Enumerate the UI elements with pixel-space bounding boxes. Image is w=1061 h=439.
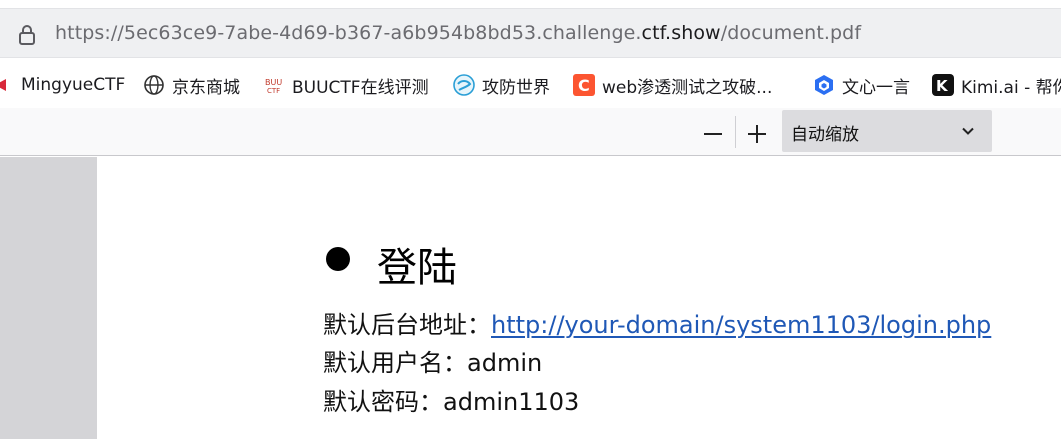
adworld-icon [453, 74, 475, 96]
buuctf-icon: BUU CTF [263, 74, 285, 96]
bookmark-label: 京东商城 [172, 77, 240, 98]
url-text[interactable]: https://5ec63ce9-7abe-4d69-b367-a6b954b8… [55, 22, 861, 44]
toolbar-divider [735, 116, 736, 148]
url-field[interactable]: https://5ec63ce9-7abe-4d69-b367-a6b954b8… [0, 8, 1061, 58]
bookmark-label: BUUCTF在线评测 [292, 77, 429, 98]
pdf-toolbar: 自动缩放 [0, 108, 1061, 156]
svg-text:C: C [578, 76, 590, 95]
username-value: admin [467, 349, 543, 377]
zoom-select[interactable]: 自动缩放 [782, 110, 992, 152]
pdf-viewer: 登陆 默认后台地址：http://your-domain/system1103/… [0, 157, 1061, 439]
bookmark-label: 文心一言 [842, 77, 910, 98]
zoom-in-icon[interactable] [744, 120, 770, 146]
kimi-icon: K [932, 74, 954, 96]
bookmark-adworld[interactable]: 攻防世界 [453, 72, 550, 98]
admin-url-link[interactable]: http://your-domain/system1103/login.php [491, 311, 991, 339]
password-label: 默认密码： [323, 388, 443, 416]
section-heading: 登陆 [377, 245, 457, 291]
password-value: admin1103 [443, 388, 580, 416]
url-prefix: https://5ec63ce9-7abe-4d69-b367-a6b954b8… [55, 22, 642, 44]
svg-text:K: K [936, 77, 949, 95]
pdf-page: 登陆 默认后台地址：http://your-domain/system1103/… [97, 157, 1061, 439]
svg-text:CTF: CTF [267, 87, 280, 95]
address-bar: https://5ec63ce9-7abe-4d69-b367-a6b954b8… [0, 0, 1061, 60]
bullet-icon [326, 247, 350, 271]
mingyue-icon [0, 74, 14, 96]
bookmark-mingyuectf[interactable]: MingyueCTF [0, 72, 125, 98]
wenxin-icon [813, 74, 835, 96]
admin-url-label: 默认后台地址： [323, 311, 491, 339]
url-domain: ctf.show [641, 22, 721, 44]
bookmark-label: 攻防世界 [482, 77, 550, 98]
svg-text:BUU: BUU [265, 78, 282, 87]
chevron-down-icon [962, 127, 974, 135]
bookmark-buuctf[interactable]: BUU CTF BUUCTF在线评测 [263, 72, 429, 98]
bookmark-label: web渗透测试之攻破... [602, 77, 773, 98]
bookmark-jd[interactable]: 京东商城 [143, 72, 240, 98]
zoom-out-icon[interactable] [700, 120, 726, 146]
admin-url-line: 默认后台地址：http://your-domain/system1103/log… [323, 305, 991, 340]
username-line: 默认用户名：admin [323, 343, 542, 378]
bookmark-label: MingyueCTF [21, 75, 126, 95]
username-label: 默认用户名： [323, 349, 467, 377]
bookmarks-bar: MingyueCTF 京东商城 BUU CTF BUUCTF在线评测 攻防世界 C… [0, 62, 1061, 108]
zoom-select-value: 自动缩放 [791, 125, 859, 145]
lock-icon[interactable] [14, 22, 40, 48]
globe-icon [143, 74, 165, 96]
bookmark-wenxin[interactable]: 文心一言 [813, 72, 910, 98]
bookmark-kimi[interactable]: K Kimi.ai - 帮你 [932, 72, 1061, 98]
url-path: /document.pdf [720, 22, 862, 44]
password-line: 默认密码：admin1103 [323, 382, 579, 417]
bookmark-label: Kimi.ai - 帮你 [961, 77, 1061, 98]
csdn-icon: C [573, 74, 595, 96]
bookmark-csdn[interactable]: C web渗透测试之攻破... [573, 72, 772, 98]
